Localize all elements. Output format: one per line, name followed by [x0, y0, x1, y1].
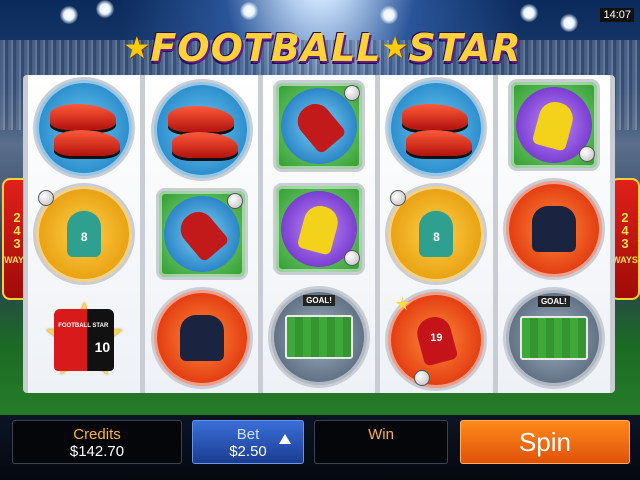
football-boots-icon — [388, 80, 485, 176]
floodlight-icon — [240, 2, 258, 20]
spin-button[interactable]: Spin — [460, 420, 630, 464]
floodlight-icon — [380, 6, 398, 24]
floodlight-icon — [560, 14, 578, 32]
credits-panel: Credits $142.70 — [12, 420, 182, 464]
reel-5: GOAL! — [497, 75, 611, 393]
floodlight-icon — [96, 0, 114, 18]
bet-value: $2.50 — [229, 443, 267, 460]
win-panel: Win — [314, 420, 448, 464]
win-label: Win — [368, 426, 394, 443]
floodlight-icon — [520, 4, 538, 22]
yellow-player-kicking-icon — [276, 185, 363, 272]
star-icon: ★ — [123, 31, 151, 65]
arrow-up-icon[interactable] — [279, 434, 291, 444]
status-clock: 14:07 — [600, 8, 634, 22]
bet-button[interactable]: Bet $2.50 — [192, 420, 304, 464]
credits-value: $142.70 — [69, 443, 125, 460]
reel-2 — [145, 75, 258, 393]
football-boots-icon — [153, 81, 250, 178]
logo-text-football: FOOTBALL — [150, 26, 382, 70]
credits-label: Credits — [73, 426, 121, 443]
game-logo: ★ FOOTBALL ★ STAR — [120, 24, 525, 72]
player-number-8-icon: 8 — [388, 186, 485, 282]
reel-1: 8 ★ FOOTBALL STAR 10 — [28, 75, 141, 393]
floodlight-icon — [60, 6, 78, 24]
football-boots-icon — [36, 80, 133, 176]
bicycle-kick-player-icon — [158, 190, 245, 277]
football-star-shirt-icon: ★ FOOTBALL STAR 10 — [36, 290, 132, 390]
reel-4: 8 ★ 19 — [380, 75, 493, 393]
player-number-8-icon: 8 — [36, 186, 133, 282]
referee-icon — [505, 180, 602, 277]
reel-3: GOAL! — [262, 75, 376, 393]
player-number-19-icon: ★ 19 — [388, 292, 485, 388]
star-icon: ★ — [381, 31, 409, 65]
reel-area: 8 ★ FOOTBALL STAR 10 — [23, 75, 615, 393]
referee-icon — [153, 290, 250, 387]
goal-stadium-icon: GOAL! — [271, 288, 368, 385]
bicycle-kick-player-icon — [276, 83, 363, 170]
yellow-player-kicking-icon — [510, 81, 597, 168]
logo-text-star: STAR — [408, 26, 522, 70]
goal-stadium-icon: GOAL! — [505, 290, 602, 387]
